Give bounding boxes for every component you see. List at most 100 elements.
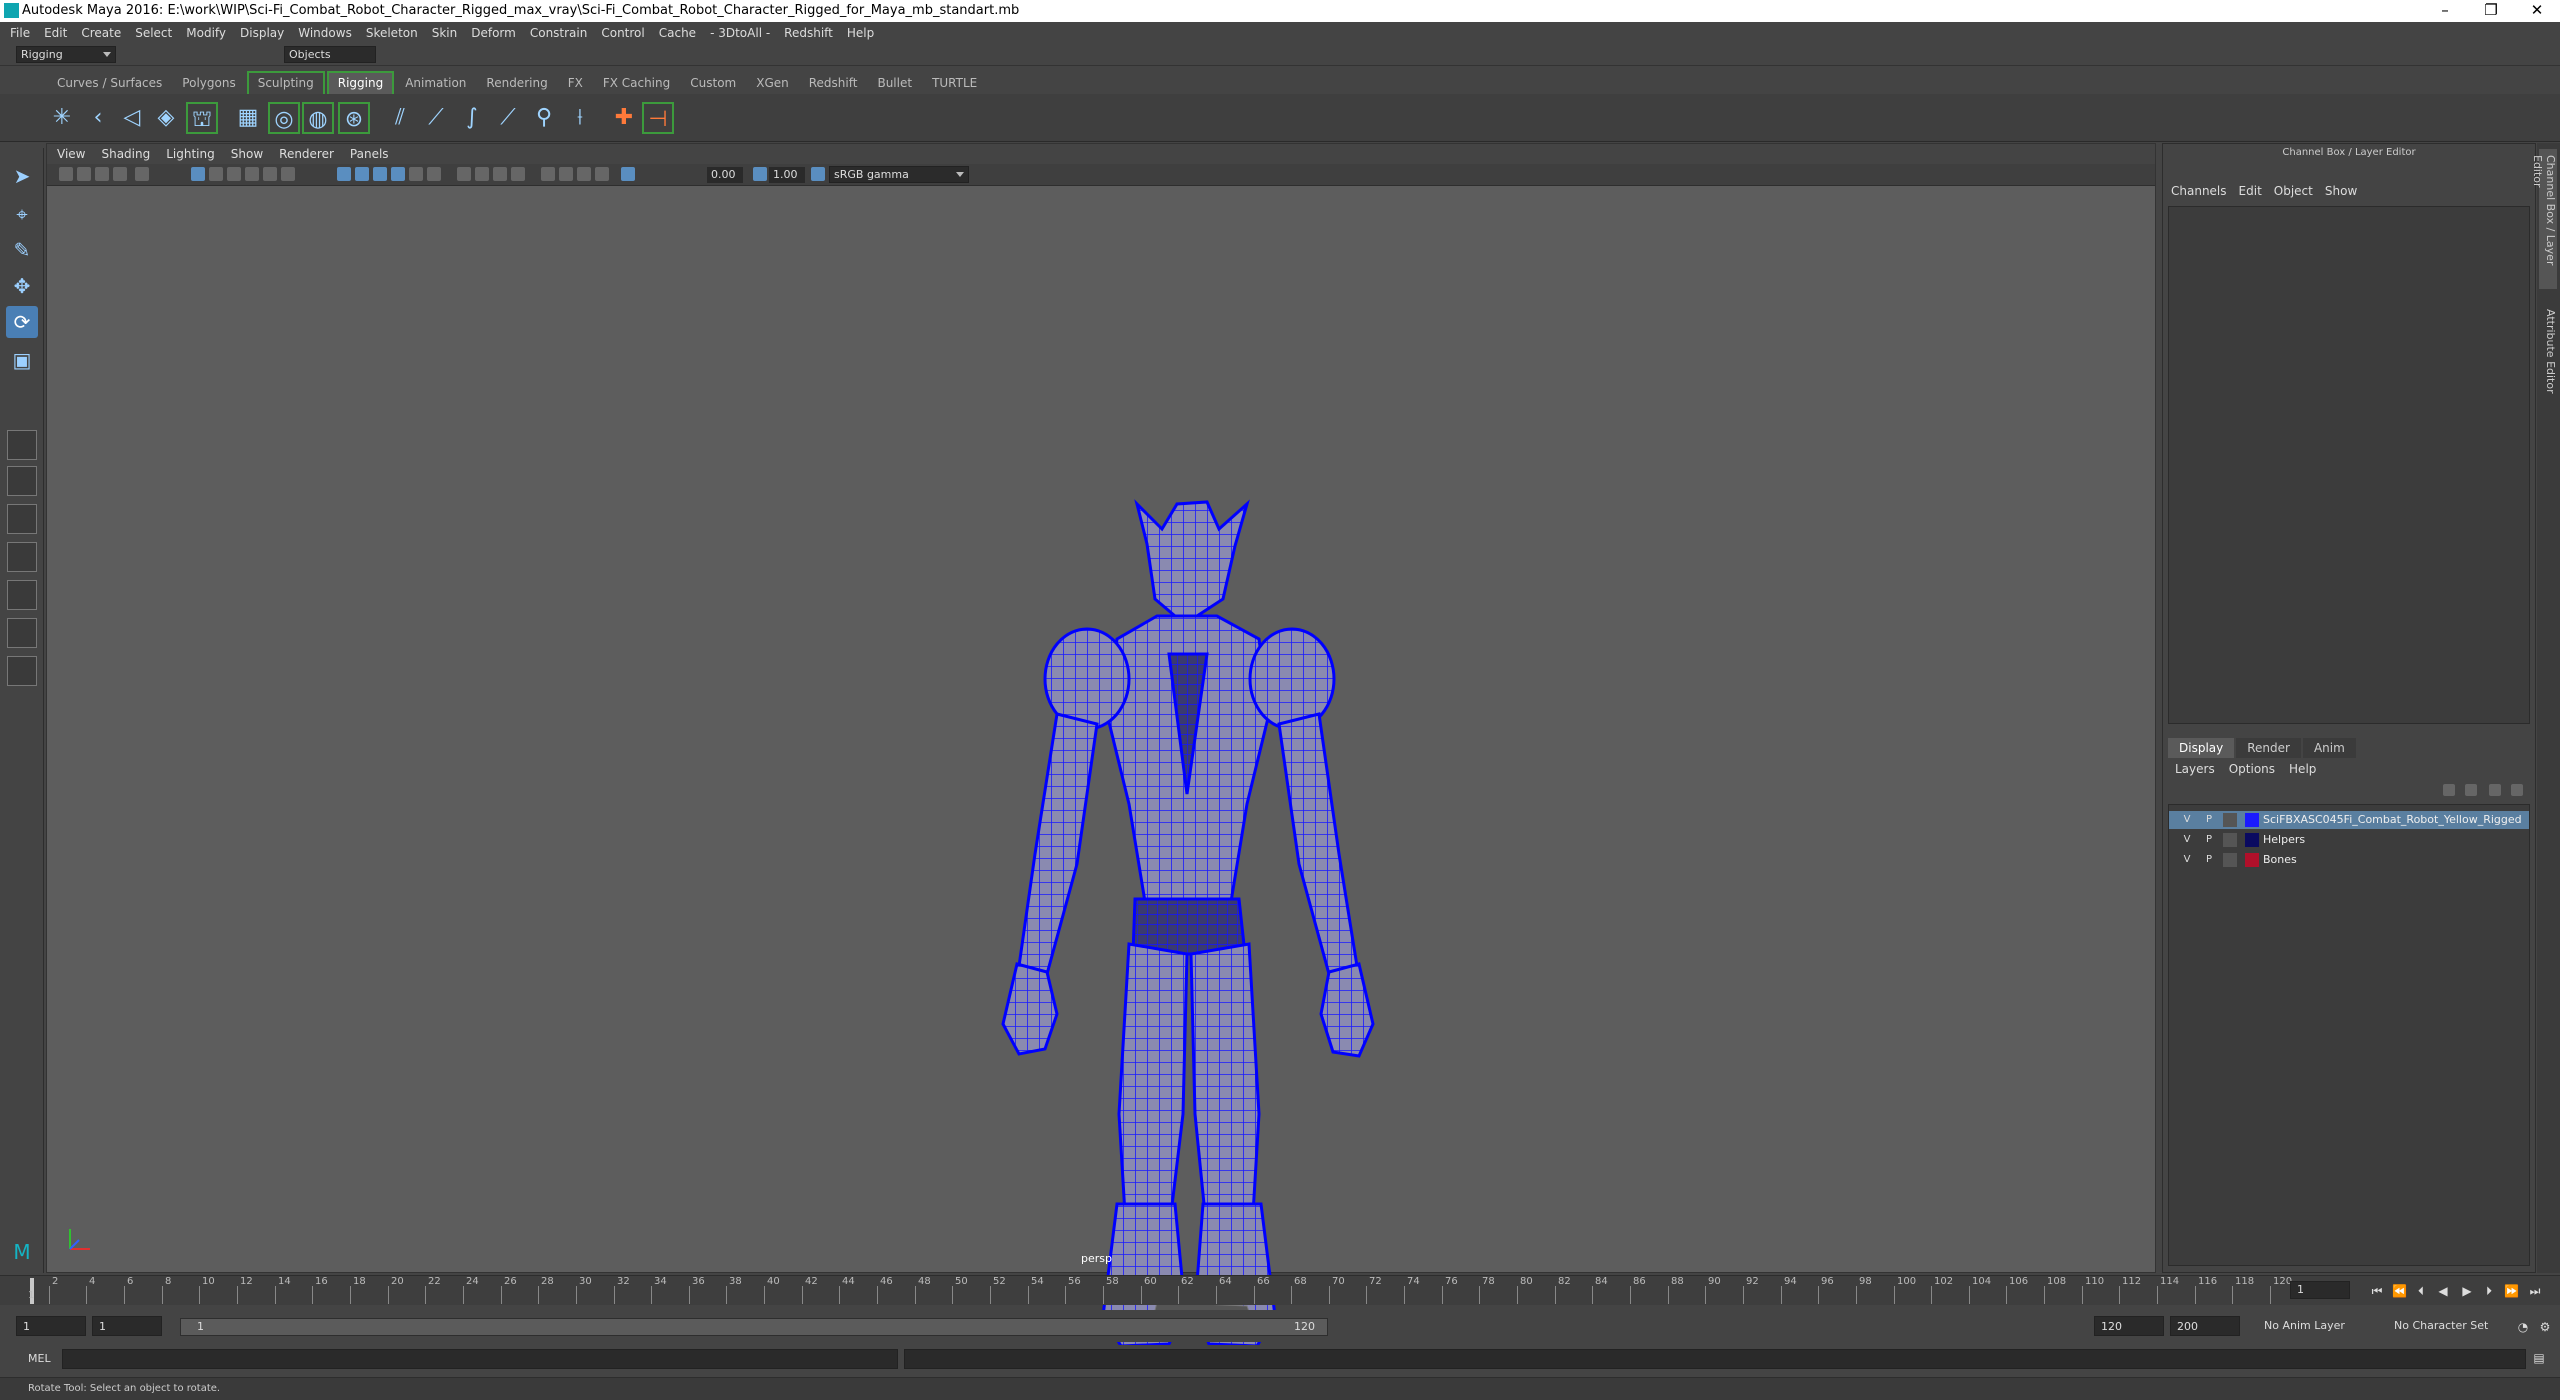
selection-mode-dropdown[interactable]: Objects	[284, 46, 376, 63]
layer-playback[interactable]: P	[2201, 853, 2217, 867]
move-layer-down-icon[interactable]	[2465, 784, 2477, 796]
go-to-end-icon[interactable]: ⏭	[2528, 1284, 2542, 1298]
shelf-tab-rendering[interactable]: Rendering	[477, 73, 556, 94]
scale-tool-icon[interactable]: ▣	[6, 344, 38, 376]
layer-row[interactable]: V P Helpers	[2169, 831, 2529, 849]
shelf-tab-rigging[interactable]: Rigging	[326, 71, 395, 94]
locator-icon[interactable]: ✚	[608, 102, 640, 134]
rotate-tool-icon[interactable]: ⟳	[6, 306, 38, 338]
menu-edit[interactable]: Edit	[44, 26, 67, 40]
depth-of-field-icon[interactable]	[511, 167, 525, 181]
animation-end-field[interactable]: 200	[2170, 1316, 2240, 1336]
view-transform-dropdown[interactable]: sRGB gamma	[829, 166, 969, 183]
menu-skin[interactable]: Skin	[432, 26, 458, 40]
layer-type-toggle[interactable]	[2223, 813, 2237, 827]
side-tab-attribute-editor[interactable]: Attribute Editor	[2539, 303, 2557, 403]
playback-end-field[interactable]: 120	[2094, 1316, 2164, 1336]
ik-handle-icon[interactable]: ‹	[82, 102, 114, 134]
shelf-tab-custom[interactable]: Custom	[681, 73, 745, 94]
character-set-dropdown[interactable]: No Character Set	[2388, 1316, 2512, 1336]
menu-display[interactable]: Display	[240, 26, 284, 40]
step-back-frame-icon[interactable]: ⏴	[2414, 1284, 2428, 1298]
backface-culling-icon[interactable]	[595, 167, 609, 181]
bookmark-icon[interactable]	[95, 167, 109, 181]
twist-icon[interactable]: ∫	[456, 102, 488, 134]
shadows-icon[interactable]	[427, 167, 441, 181]
shelf-tab-curves[interactable]: Curves / Surfaces	[48, 73, 171, 94]
textured-icon[interactable]	[391, 167, 405, 181]
wireframe-icon[interactable]	[337, 167, 351, 181]
wire-icon[interactable]: ⚲	[528, 102, 560, 134]
layer-type-toggle[interactable]	[2223, 833, 2237, 847]
select-tool-icon[interactable]: ➤	[6, 160, 38, 192]
go-to-start-icon[interactable]: ⏮	[2370, 1284, 2384, 1298]
safe-title-icon[interactable]	[281, 167, 295, 181]
paint-select-icon[interactable]: ✎	[6, 234, 38, 266]
help-menu[interactable]: Help	[2289, 762, 2316, 776]
animation-start-field[interactable]: 1	[16, 1316, 86, 1336]
new-layer-icon[interactable]	[2489, 784, 2501, 796]
move-tool-icon[interactable]: ✥	[6, 270, 38, 302]
joint-icon[interactable]: ✳	[46, 102, 78, 134]
xray-joints-icon[interactable]	[577, 167, 591, 181]
viewport-menu-lighting[interactable]: Lighting	[166, 147, 215, 161]
layer-visibility[interactable]: V	[2179, 833, 2195, 847]
close-button[interactable]: ✕	[2514, 0, 2560, 22]
menu-help[interactable]: Help	[847, 26, 874, 40]
layer-color-swatch[interactable]	[2245, 813, 2259, 827]
perspective-viewport[interactable]: View Shading Lighting Show Renderer Pane…	[46, 143, 2156, 1348]
shelf-tab-bullet[interactable]: Bullet	[868, 73, 921, 94]
layer-visibility[interactable]: V	[2179, 813, 2195, 827]
edit-menu[interactable]: Edit	[2239, 184, 2262, 198]
menu-constrain[interactable]: Constrain	[530, 26, 588, 40]
gamma-icon[interactable]	[753, 167, 767, 181]
anim-layer-dropdown[interactable]: No Anim Layer	[2258, 1316, 2376, 1336]
menu-windows[interactable]: Windows	[298, 26, 352, 40]
lasso-tool-icon[interactable]: ⌖	[6, 198, 38, 230]
shelf-tab-fx[interactable]: FX	[559, 73, 592, 94]
color-management-icon[interactable]	[811, 167, 825, 181]
aim-constraint-icon[interactable]: ⊣	[642, 102, 674, 134]
channels-menu[interactable]: Channels	[2171, 184, 2227, 198]
range-bar[interactable]: 1 120	[180, 1318, 1328, 1336]
lattice-icon[interactable]: ⊛	[338, 102, 370, 134]
tab-render[interactable]: Render	[2236, 738, 2301, 758]
move-layer-up-icon[interactable]	[2443, 784, 2455, 796]
use-lights-icon[interactable]	[409, 167, 423, 181]
single-perspective-layout-icon[interactable]	[7, 430, 37, 460]
viewport-menu-show[interactable]: Show	[231, 147, 263, 161]
command-input[interactable]	[62, 1349, 898, 1369]
xray-icon[interactable]	[559, 167, 573, 181]
smooth-shade-icon[interactable]	[355, 167, 369, 181]
layers-menu[interactable]: Layers	[2175, 762, 2215, 776]
menu-file[interactable]: File	[10, 26, 30, 40]
layer-type-toggle[interactable]	[2223, 853, 2237, 867]
playback-start-field[interactable]: 1	[92, 1316, 162, 1336]
exposure-field[interactable]: 0.00	[707, 167, 743, 183]
gate-mask-icon[interactable]	[227, 167, 241, 181]
bind-skin-icon[interactable]: ▦	[232, 102, 264, 134]
viewport-menu-view[interactable]: View	[57, 147, 85, 161]
viewport-menu-shading[interactable]: Shading	[101, 147, 150, 161]
step-forward-frame-icon[interactable]: ⏵	[2482, 1284, 2496, 1298]
shelf-tab-animation[interactable]: Animation	[396, 73, 475, 94]
play-forwards-icon[interactable]: ▶	[2460, 1284, 2474, 1298]
menu-deform[interactable]: Deform	[471, 26, 516, 40]
skeleton-icon[interactable]: ⛫	[186, 102, 218, 134]
viewport-menu-panels[interactable]: Panels	[350, 147, 389, 161]
menu-cache[interactable]: Cache	[659, 26, 696, 40]
time-slider[interactable]: 1 2 4 6 8 10 12 14 16 18 20 22 24 26 28 30 32 34 36 38 40 42…	[0, 1275, 2560, 1305]
field-chart-icon[interactable]	[245, 167, 259, 181]
layer-row[interactable]: V P Bones	[2169, 851, 2529, 869]
layer-playback[interactable]: P	[2201, 833, 2217, 847]
menu-skeleton[interactable]: Skeleton	[366, 26, 418, 40]
menu-modify[interactable]: Modify	[186, 26, 226, 40]
persp-graph-layout-icon[interactable]	[7, 542, 37, 572]
viewport-menu-renderer[interactable]: Renderer	[279, 147, 334, 161]
layer-color-swatch[interactable]	[2245, 853, 2259, 867]
script-editor-icon[interactable]: ▤	[2532, 1351, 2546, 1365]
isolate-select-icon[interactable]	[541, 167, 555, 181]
ik-spline-icon[interactable]: ◁	[116, 102, 148, 134]
new-layer-selected-icon[interactable]	[2511, 784, 2523, 796]
options-menu[interactable]: Options	[2229, 762, 2275, 776]
